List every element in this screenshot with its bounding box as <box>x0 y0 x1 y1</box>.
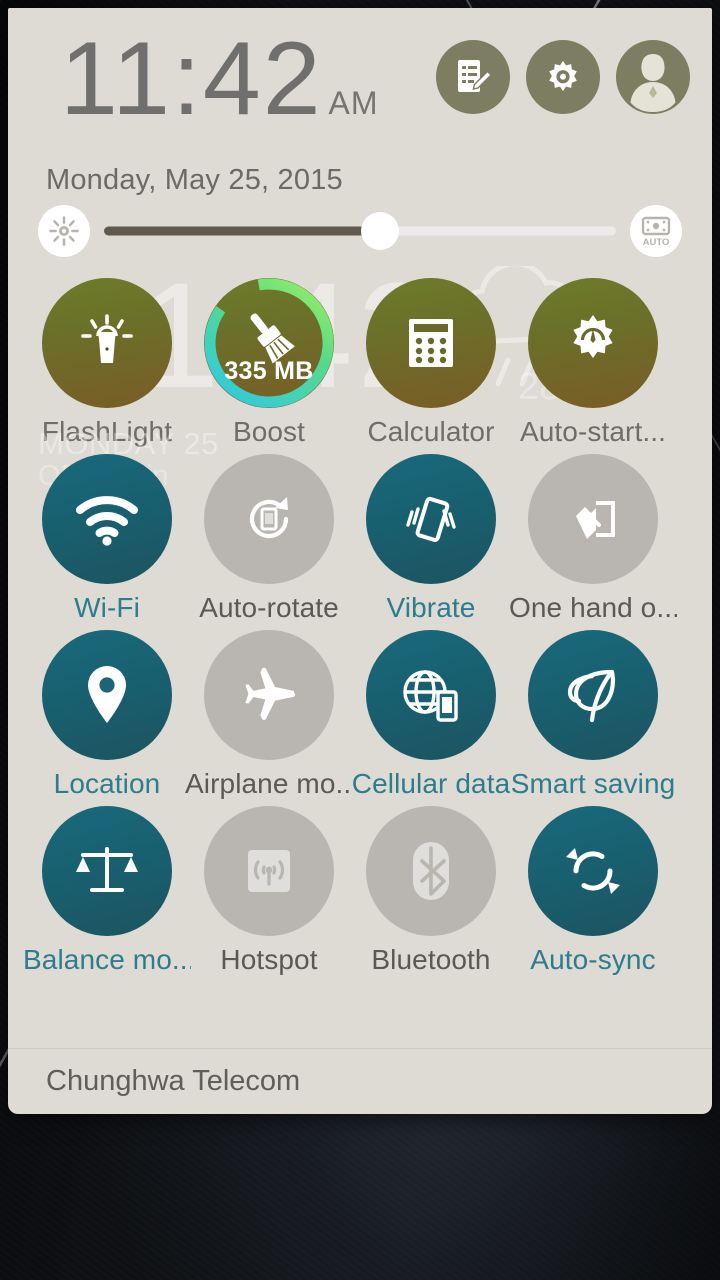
boost-ring-gauge <box>204 278 334 408</box>
tile-icon-circle <box>42 454 172 584</box>
tile-hotspot[interactable]: Hotspot <box>188 806 350 976</box>
tile-calculator[interactable]: Calculator <box>350 278 512 448</box>
tile-location[interactable]: Location <box>26 630 188 800</box>
sync-icon <box>566 848 620 894</box>
airplane-icon <box>245 667 296 720</box>
brightness-icon-button[interactable] <box>38 205 90 257</box>
calculator-icon <box>409 319 453 367</box>
one-hand-mode-icon <box>576 501 615 539</box>
tile-label: Vibrate <box>386 592 476 623</box>
slider-thumb[interactable] <box>361 212 400 250</box>
tile-icon-circle <box>366 278 496 408</box>
tile-auto-rotate[interactable]: Auto-rotate <box>188 454 350 624</box>
user-avatar-button[interactable] <box>616 40 690 114</box>
tile-icon-circle <box>42 278 172 408</box>
tile-flashlight[interactable]: FlashLight <box>26 278 188 448</box>
tile-vibrate[interactable]: Vibrate <box>350 454 512 624</box>
tile-airplane-mode[interactable]: Airplane mo... <box>185 630 353 800</box>
tile-row: FlashLight 335 MB Boost Calculator Auto-… <box>26 278 694 454</box>
tile-label: Auto-rotate <box>199 592 339 623</box>
tile-label: FlashLight <box>41 416 173 447</box>
notes-edit-icon <box>458 60 492 92</box>
tile-auto-start-manager[interactable]: Auto-start... <box>512 278 674 448</box>
flashlight-icon <box>81 314 133 363</box>
tile-icon-circle <box>204 454 334 584</box>
quick-settings-grid: FlashLight 335 MB Boost Calculator Auto-… <box>8 270 712 982</box>
tile-wifi[interactable]: Wi-Fi <box>26 454 188 624</box>
tile-icon-circle <box>366 630 496 760</box>
header-buttons <box>436 40 690 114</box>
gear-icon <box>549 61 577 91</box>
auto-brightness-icon: AUTO <box>641 216 671 248</box>
clock-ampm: AM <box>328 85 379 121</box>
hotspot-icon <box>248 850 290 892</box>
vibrate-icon <box>406 496 456 542</box>
quick-settings-panel: 11:42 MONDAY 25 OFF, Rain 28° 11:42 AM M… <box>8 8 712 1114</box>
tile-icon-circle: 335 MB <box>204 278 334 408</box>
tile-boost[interactable]: 335 MB Boost <box>188 278 350 448</box>
tile-label: Boost <box>232 416 306 447</box>
tile-label: Hotspot <box>220 944 318 975</box>
tile-auto-sync[interactable]: Auto-sync <box>512 806 674 976</box>
tile-label: Bluetooth <box>371 944 491 975</box>
auto-rotate-icon <box>249 497 289 539</box>
tile-label: Smart saving <box>510 768 676 799</box>
tile-label: One hand o... <box>509 592 677 623</box>
tile-icon-circle <box>204 630 334 760</box>
tile-label: Cellular data <box>351 768 511 799</box>
auto-brightness-button[interactable]: AUTO <box>630 205 682 257</box>
tile-icon-circle <box>528 278 658 408</box>
clock-time: 11:42 <box>60 21 323 137</box>
auto-label: AUTO <box>643 237 670 248</box>
brightness-row: AUTO <box>8 192 712 270</box>
cellular-data-icon <box>403 670 458 722</box>
slider-fill <box>104 226 381 236</box>
brightness-icon <box>49 216 79 246</box>
tile-icon-circle <box>528 806 658 936</box>
tile-label: Balance mo... <box>23 944 191 975</box>
brightness-slider[interactable] <box>104 205 616 257</box>
tile-row: Location Airplane mo... Cellular data Sm… <box>26 630 694 806</box>
tile-label: Wi-Fi <box>74 592 140 623</box>
bluetooth-icon <box>413 842 449 900</box>
avatar-icon <box>630 54 676 112</box>
tile-icon-circle <box>528 630 658 760</box>
tile-row: Wi-Fi Auto-rotate Vibrate One hand o... <box>26 454 694 630</box>
tile-label: Location <box>53 768 161 799</box>
settings-button[interactable] <box>526 40 600 114</box>
tile-icon-circle <box>204 806 334 936</box>
tile-one-hand-operation[interactable]: One hand o... <box>509 454 677 624</box>
tile-label: Calculator <box>367 416 495 447</box>
scales-icon <box>76 847 138 892</box>
tile-icon-circle <box>366 806 496 936</box>
location-pin-icon <box>88 666 126 723</box>
tile-icon-circle <box>366 454 496 584</box>
tile-bluetooth[interactable]: Bluetooth <box>350 806 512 976</box>
tile-label: Airplane mo... <box>185 768 353 799</box>
boost-memory-badge: 335 MB <box>224 357 314 385</box>
tile-row: Balance mo... Hotspot Bluetooth Auto-syn… <box>23 806 694 982</box>
notes-editor-button[interactable] <box>436 40 510 114</box>
tile-label: Auto-start... <box>519 416 667 447</box>
panel-header: 11:42 AM Monday, May 25, 2015 <box>8 8 712 196</box>
tile-icon-circle <box>528 454 658 584</box>
panel-footer: Chunghwa Telecom <box>8 1048 712 1114</box>
tile-icon-circle <box>42 630 172 760</box>
carrier-name: Chunghwa Telecom <box>46 1065 301 1097</box>
leaf-icon <box>567 669 616 723</box>
autostart-gear-icon <box>573 315 613 358</box>
clock: 11:42 AM <box>60 20 379 140</box>
tile-balance-mode[interactable]: Balance mo... <box>23 806 191 976</box>
tile-smart-saving[interactable]: Smart saving <box>510 630 676 800</box>
tile-cellular-data[interactable]: Cellular data <box>350 630 512 800</box>
wifi-icon <box>76 496 138 546</box>
tile-icon-circle <box>42 806 172 936</box>
tile-label: Auto-sync <box>530 944 656 975</box>
